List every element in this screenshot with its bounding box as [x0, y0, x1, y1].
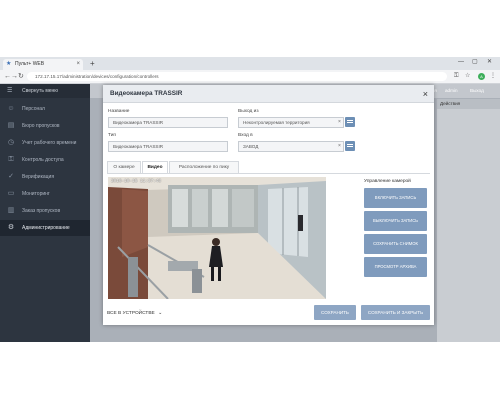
sidebar-item-label: Учет рабочего времени	[22, 140, 77, 146]
browser-tab[interactable]: ★ Пульт+ WEB ×	[3, 59, 83, 70]
type-label: Тип	[108, 133, 116, 138]
sidebar-item-label: Мониторинг	[22, 191, 50, 197]
sidebar-item-access-control[interactable]: ⚿ Контроль доступа	[0, 152, 90, 168]
sidebar-item-label: Администрирование	[22, 225, 70, 231]
key-icon[interactable]: ⚿	[454, 71, 459, 82]
camera-video-feed: 2016-10-15 11:37:43	[108, 177, 326, 299]
sidebar-item-time-tracking[interactable]: ◷ Учет рабочего времени	[0, 135, 90, 151]
favicon-star-icon: ★	[6, 61, 12, 67]
output-list-button[interactable]	[345, 117, 355, 127]
device-selector-label: ВСЕ В УСТРОЙСТВЕ	[107, 311, 155, 316]
sidebar-item-pass-office[interactable]: ▤ Бюро пропусков	[0, 118, 90, 134]
device-selector[interactable]: ВСЕ В УСТРОЙСТВЕ ⌄	[107, 309, 162, 318]
type-field[interactable]: Видеокамера TRASSIR	[108, 141, 228, 152]
window-minimize-button[interactable]: —	[458, 57, 464, 68]
hamburger-icon[interactable]: ☰	[7, 87, 12, 94]
camera-control-panel: Управление камерой ВКЛЮЧИТЬ ЗАПИСЬ ВЫКЛЮ…	[361, 177, 430, 299]
input-label: Вход в	[238, 133, 253, 138]
collapse-menu-label: Свернуть меню	[22, 88, 59, 94]
output-field[interactable]: Неконтролируемая территория	[238, 117, 344, 128]
column-header: Действия	[437, 99, 500, 109]
sidebar-collapse[interactable]: ☰ Свернуть меню	[0, 84, 90, 98]
start-recording-button[interactable]: ВКЛЮЧИТЬ ЗАПИСЬ	[364, 188, 427, 208]
url-field[interactable]: 172.17.15.17/administration/devices/conf…	[27, 72, 447, 81]
camera-control-title: Управление камерой	[364, 179, 411, 184]
sidebar-item-label: Бюро пропусков	[22, 123, 60, 129]
user-label[interactable]: admin	[445, 84, 458, 98]
name-field[interactable]: Видеокамера TRASSIR	[108, 117, 228, 128]
tab-divider	[107, 173, 430, 174]
save-button[interactable]: СОХРАНИТЬ	[314, 305, 356, 320]
chart-icon: ▥	[7, 207, 15, 214]
exit-link[interactable]: Выход	[470, 84, 484, 98]
browser-tab-title: Пульт+ WEB	[15, 61, 45, 67]
reload-icon[interactable]: ↻	[18, 71, 24, 82]
forward-arrow-icon[interactable]: →	[11, 71, 18, 82]
close-icon[interactable]: ×	[423, 88, 428, 100]
dialog-footer: ВСЕ В УСТРОЙСТВЕ ⌄ СОХРАНИТЬ СОХРАНИТЬ И…	[103, 303, 434, 325]
sidebar-item-administration[interactable]: ⚙ Администрирование	[0, 220, 90, 236]
view-archive-button[interactable]: ПРОСМОТР АРХИВА	[364, 257, 427, 277]
check-icon: ✓	[8, 173, 14, 180]
input-field[interactable]: ЗАВОД	[238, 141, 344, 152]
sidebar-item-pass-orders[interactable]: ▥ Заказ пропусков	[0, 203, 90, 219]
badge-icon: ▤	[7, 122, 15, 129]
camera-dialog: Видеокамера TRASSIR × Название Видеокаме…	[103, 85, 434, 325]
tab-about-camera[interactable]: О камере	[107, 161, 141, 173]
people-icon: ☺	[7, 105, 15, 112]
sidebar-item-label: Контроль доступа	[22, 157, 64, 163]
sidebar-item-label: Верификация	[22, 174, 55, 180]
sidebar-item-monitoring[interactable]: ▭ Мониторинг	[0, 186, 90, 202]
tab-close-icon[interactable]: ×	[76, 59, 80, 70]
tab-location[interactable]: Расположение по пику	[169, 161, 239, 173]
key-icon: ⚿	[8, 156, 14, 163]
sidebar-item-label: Заказ пропусков	[22, 208, 61, 214]
video-timestamp: 2016-10-15 11:37:43	[111, 179, 162, 184]
input-clear-icon[interactable]: ×	[338, 141, 341, 152]
save-and-close-button[interactable]: СОХРАНИТЬ И ЗАКРЫТЬ	[361, 305, 430, 320]
save-snapshot-button[interactable]: СОХРАНИТЬ СНИМОК	[364, 234, 427, 254]
sidebar-item-personnel[interactable]: ☺ Персонал	[0, 101, 90, 117]
browser-tab-bar: ★ Пульт+ WEB × + — ▢ ✕	[0, 57, 500, 70]
chevron-down-icon: ⌄	[158, 311, 163, 316]
bookmark-star-icon[interactable]: ☆	[465, 71, 470, 82]
output-label: Выход из	[238, 109, 259, 114]
sidebar-item-label: Персонал	[22, 106, 45, 112]
profile-avatar[interactable]: A	[478, 73, 485, 80]
camera-scene-image	[108, 177, 326, 299]
browser-address-bar: ← → ↻ 172.17.15.17/administration/device…	[0, 70, 500, 84]
stop-recording-button[interactable]: ВЫКЛЮЧИТЬ ЗАПИСЬ	[364, 211, 427, 231]
monitor-icon: ▭	[7, 190, 15, 197]
output-clear-icon[interactable]: ×	[338, 117, 341, 128]
background-table: Действия	[437, 99, 500, 342]
name-label: Название	[108, 109, 130, 114]
window-close-button[interactable]: ✕	[487, 57, 492, 68]
dialog-title: Видеокамера TRASSIR	[103, 85, 434, 103]
tab-video[interactable]: Видео	[142, 161, 168, 173]
input-list-button[interactable]	[345, 141, 355, 151]
new-tab-button[interactable]: +	[90, 58, 95, 69]
sidebar-item-verification[interactable]: ✓ Верификация	[0, 169, 90, 185]
browser-menu-icon[interactable]: ⋮	[490, 71, 496, 82]
back-arrow-icon[interactable]: ←	[4, 71, 11, 82]
sidebar: ☰ Свернуть меню ☺ Персонал ▤ Бюро пропуско…	[0, 84, 90, 342]
gear-icon: ⚙	[7, 224, 15, 231]
clock-icon: ◷	[7, 139, 15, 146]
window-maximize-button[interactable]: ▢	[472, 57, 478, 68]
